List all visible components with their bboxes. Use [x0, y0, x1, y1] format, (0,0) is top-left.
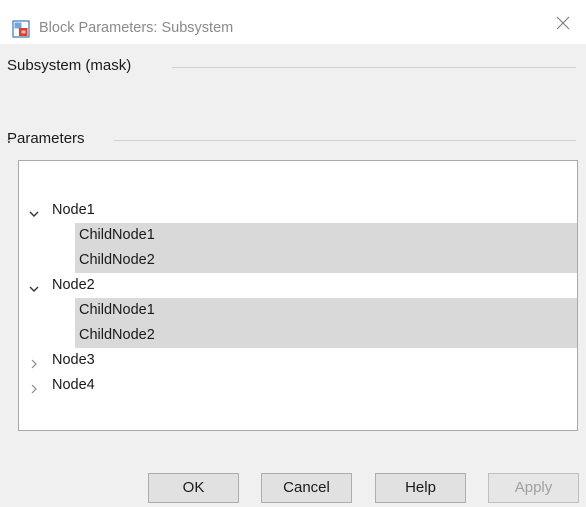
parameters-tree[interactable]: Node1 ChildNode1 ChildNode2 Node2 ChildN… [18, 160, 578, 431]
tree-child-node[interactable]: ChildNode2 [19, 323, 577, 348]
mask-group-header: Subsystem (mask) [7, 57, 131, 74]
tree-child-node[interactable]: ChildNode1 [19, 298, 577, 323]
close-icon[interactable] [555, 15, 571, 36]
tree-node-label: Node1 [52, 202, 95, 218]
chevron-right-icon[interactable] [28, 379, 40, 394]
tree-node-2[interactable]: Node2 [19, 273, 577, 298]
help-button[interactable]: Help [375, 473, 466, 503]
parameters-group-divider-left [7, 140, 11, 141]
apply-button[interactable]: Apply [488, 473, 579, 503]
tree-child-node[interactable]: ChildNode2 [19, 248, 577, 273]
tree-node-label: Node3 [52, 352, 95, 368]
title-bar: Block Parameters: Subsystem [0, 0, 586, 44]
tree-child-label: ChildNode2 [79, 327, 155, 343]
mask-group-label: Subsystem (mask) [7, 57, 132, 74]
tree-node-4[interactable]: Node4 [19, 373, 577, 398]
mask-group-divider [172, 67, 576, 68]
cancel-button[interactable]: Cancel [261, 473, 352, 503]
tree-node-label: Node2 [52, 277, 95, 293]
tree-child-label: ChildNode1 [79, 302, 155, 318]
ok-button[interactable]: OK [148, 473, 239, 503]
simulink-block-icon [12, 20, 30, 38]
tree-node-1[interactable]: Node1 [19, 198, 577, 223]
parameters-group-header: Parameters [7, 130, 85, 147]
parameters-group-label: Parameters [7, 130, 85, 147]
close-button[interactable] [540, 10, 586, 40]
chevron-down-icon[interactable] [28, 279, 40, 292]
chevron-down-icon[interactable] [28, 204, 40, 217]
chevron-right-icon[interactable] [28, 354, 40, 369]
tree-child-label: ChildNode2 [79, 252, 155, 268]
tree-child-label: ChildNode1 [79, 227, 155, 243]
parameters-group-divider [114, 140, 576, 141]
tree-child-node[interactable]: ChildNode1 [19, 223, 577, 248]
tree-node-label: Node4 [52, 377, 95, 393]
window-title: Block Parameters: Subsystem [39, 20, 234, 36]
tree-node-3[interactable]: Node3 [19, 348, 577, 373]
